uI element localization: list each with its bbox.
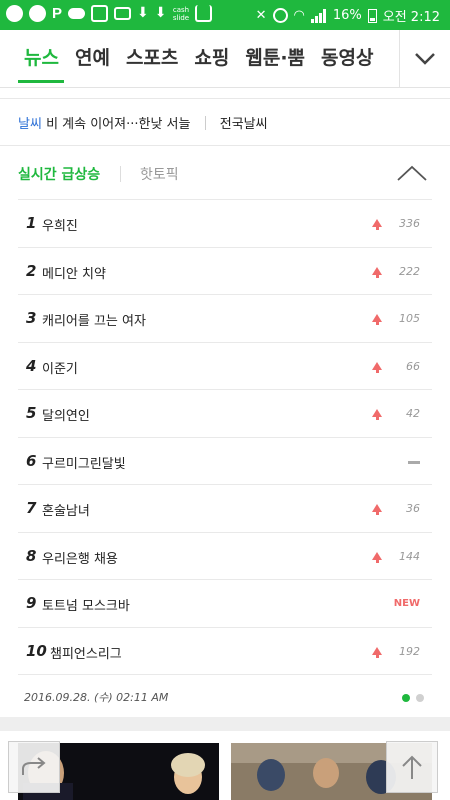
rank-number: 4: [26, 356, 37, 375]
tab-hot-topic[interactable]: 핫토픽: [140, 164, 179, 184]
chevron-down-icon: [415, 52, 435, 65]
rank-number: 10: [26, 641, 47, 660]
share-button[interactable]: [8, 741, 60, 793]
realtime-footer: 2016.09.28. (수) 02:11 AM: [18, 674, 432, 717]
mail-icon: [114, 7, 132, 20]
download-icon: ⬇: [154, 5, 167, 21]
image-icon: [91, 5, 109, 22]
cloud-icon: [68, 8, 86, 19]
alarm-icon: [272, 8, 288, 23]
rank-item[interactable]: 5 달의연인 42: [18, 389, 432, 437]
rank-keyword: 챔피언스리그: [50, 646, 122, 662]
p-icon: P: [52, 5, 63, 22]
tab-video[interactable]: 동영상: [313, 30, 381, 87]
tab-webtoon[interactable]: 웹툰·뿜: [237, 30, 313, 87]
rank-item[interactable]: 3 캐리어를 끄는 여자 105: [18, 294, 432, 342]
page-dot[interactable]: [416, 694, 424, 702]
share-arrow-icon: [22, 757, 46, 775]
rank-number: 7: [26, 499, 37, 517]
divider: [120, 166, 121, 182]
trend-up-icon: [372, 551, 382, 563]
section-divider: [0, 717, 450, 731]
rank-change: 192: [399, 644, 420, 658]
chevron-up-icon[interactable]: [396, 162, 428, 184]
rank-change: 105: [399, 312, 420, 325]
rank-change: 222: [399, 264, 420, 278]
rank-item[interactable]: 4 이준기 66: [18, 341, 432, 390]
scroll-top-icon: [402, 755, 422, 779]
trend-up-icon: [372, 646, 382, 658]
rank-keyword: 메디안 치약: [42, 266, 106, 282]
rank-keyword: 혼술남녀: [42, 504, 90, 519]
realtime-header: 실시간 급상승 핫토픽: [0, 156, 450, 198]
rank-number: 3: [26, 309, 37, 327]
tab-entertainment[interactable]: 연예: [67, 30, 118, 87]
trend-up-icon: [372, 409, 382, 420]
rank-item[interactable]: 2 메디안 치약 222: [18, 246, 432, 295]
cashslide-icon: cash slide: [172, 5, 190, 22]
rank-keyword: 우희진: [42, 219, 78, 234]
page-dot-active[interactable]: [402, 694, 410, 702]
trend-same-icon: [408, 460, 420, 464]
rank-item[interactable]: 1 우희진 336: [18, 199, 432, 247]
clock: 오전 2:12: [382, 10, 440, 25]
tab-sports[interactable]: 스포츠: [118, 30, 186, 87]
signal-icon: [310, 8, 327, 23]
status-bar: P ⬇ ⬇ cash slide ✕ ◠ 16% 오전 2:12: [0, 0, 450, 30]
rank-number: 5: [26, 404, 37, 422]
rank-keyword: 토트넘 모스크바: [42, 599, 130, 614]
weather-bar[interactable]: 날씨 비 계속 이어져···한낮 서늘 전국날씨: [0, 98, 450, 146]
rank-item[interactable]: 10 챔피언스리그 192: [18, 626, 432, 675]
divider: [204, 116, 206, 130]
chat-icon: [6, 5, 23, 22]
trend-up-icon: [372, 219, 382, 230]
weather-headline[interactable]: 비 계속 이어져···한낮 서늘: [46, 117, 190, 132]
rank-keyword: 구르미그린달빛: [42, 456, 126, 472]
rank-number: 1: [26, 214, 37, 232]
rank-item[interactable]: 6 구르미그린달빛: [18, 436, 432, 485]
weather-label: 날씨: [18, 117, 42, 132]
rank-change: 336: [399, 217, 420, 230]
wifi-icon: ◠: [293, 8, 305, 23]
trend-up-icon: [372, 314, 382, 325]
rank-keyword: 우리은행 채용: [42, 551, 118, 567]
mute-icon: ✕: [255, 8, 267, 23]
rank-item[interactable]: 9 토트넘 모스크바 NEW: [18, 579, 432, 627]
rank-change: 144: [399, 549, 420, 563]
rank-change: 42: [406, 407, 420, 420]
download-icon: ⬇: [137, 5, 149, 21]
tab-news[interactable]: 뉴스: [0, 30, 67, 87]
tab-realtime-rising[interactable]: 실시간 급상승: [18, 164, 100, 184]
rank-change: 66: [406, 359, 420, 373]
section-nav: 뉴스 연예 스포츠 쇼핑 웹툰·뿜 동영상: [0, 30, 450, 88]
national-weather-link[interactable]: 전국날씨: [220, 117, 268, 132]
messenger-icon: [29, 5, 46, 22]
rank-item[interactable]: 7 혼술남녀 36: [18, 484, 432, 532]
rank-number: 6: [26, 451, 37, 470]
rank-keyword: 이준기: [42, 361, 78, 377]
system-icons: ✕ ◠ 16% 오전 2:12: [256, 6, 440, 25]
new-badge: NEW: [393, 598, 420, 609]
notification-icons: P ⬇ ⬇ cash slide: [6, 5, 213, 22]
rank-change: 36: [406, 502, 420, 515]
realtime-rank-list: 1 우희진 336 2 메디안 치약 222 3 캐리어를 끄는 여자 10 5 …: [18, 199, 432, 674]
battery-icon: [367, 8, 377, 23]
rank-number: 2: [26, 261, 37, 280]
battery-percent: 16%: [332, 8, 362, 23]
rank-keyword: 달의연인: [42, 409, 90, 424]
rank-number: 8: [26, 546, 37, 565]
rank-number: 9: [26, 594, 37, 612]
news-thumbnails: [0, 731, 450, 800]
scroll-top-button[interactable]: [386, 741, 438, 793]
trend-up-icon: [372, 266, 382, 278]
trend-up-icon: [372, 361, 382, 373]
rank-item[interactable]: 8 우리은행 채용 144: [18, 531, 432, 580]
rank-keyword: 캐리어를 끄는 여자: [42, 314, 146, 329]
nav-more-button[interactable]: [399, 30, 450, 87]
download-box-icon: [195, 5, 213, 22]
tab-shopping[interactable]: 쇼핑: [186, 30, 237, 87]
update-timestamp: 2016.09.28. (수) 02:11 AM: [24, 691, 169, 704]
trend-up-icon: [372, 504, 382, 515]
nav-tabs: 뉴스 연예 스포츠 쇼핑 웹툰·뿜 동영상: [0, 30, 400, 87]
